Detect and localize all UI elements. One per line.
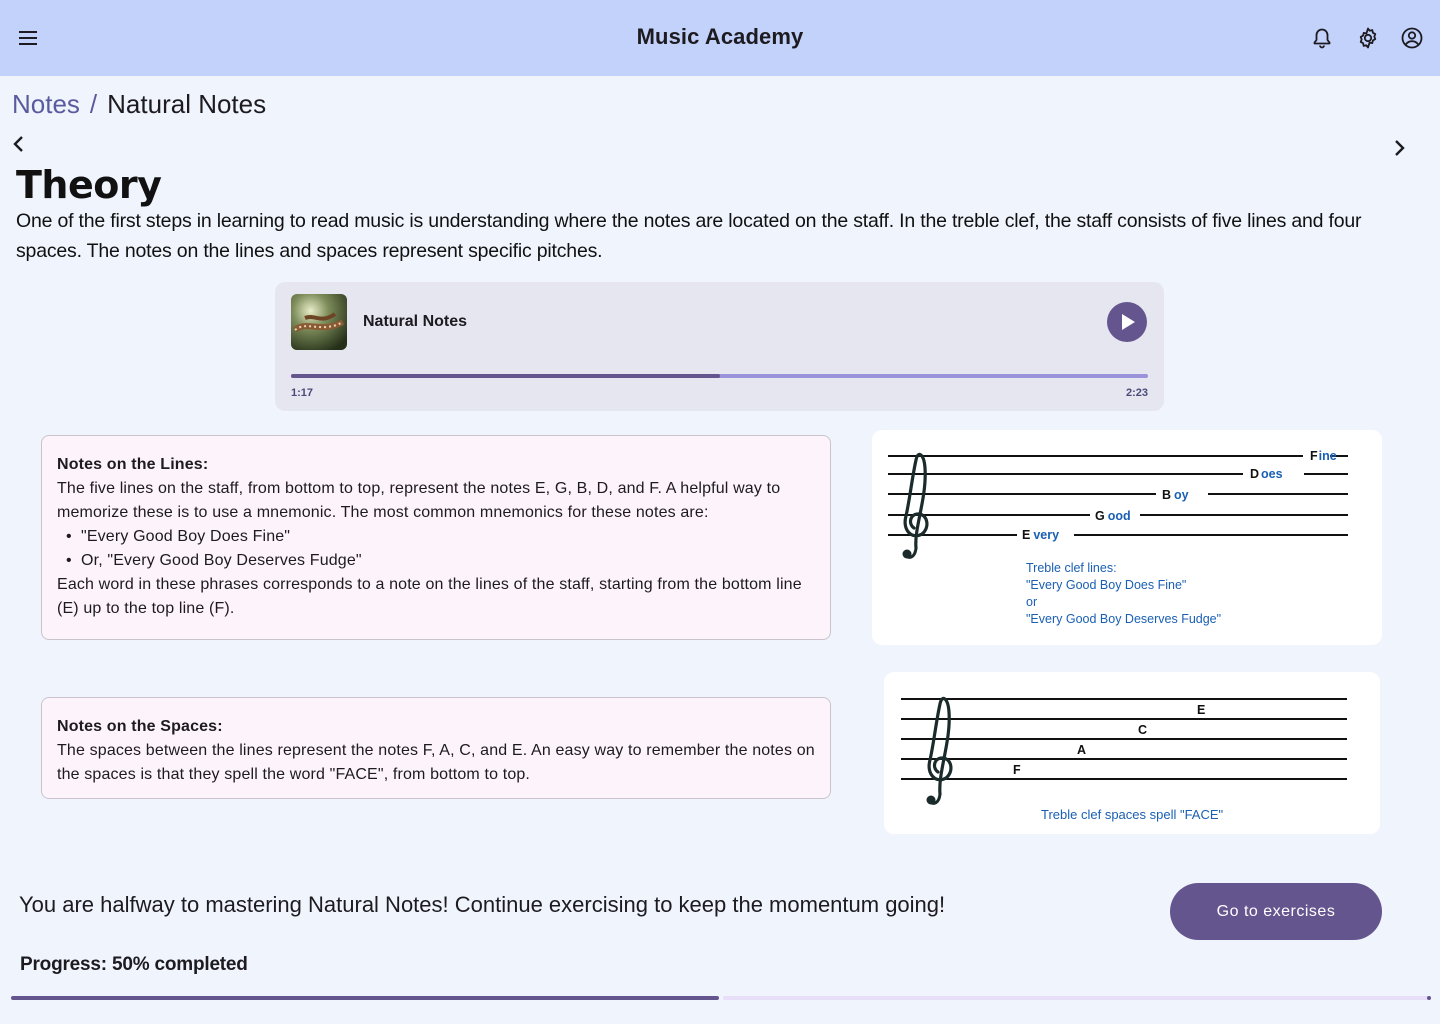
figure-caption-line: or [1026,595,1037,609]
top-app-bar: Music Academy [0,0,1440,76]
space-note-a: A [1077,743,1086,757]
duration-time: 2:23 [1125,387,1148,399]
list-item: "Every Good Boy Does Fine" [57,525,815,549]
lesson-progress-bar [11,996,1431,1000]
breadcrumb-current: Natural Notes [107,89,267,119]
breadcrumb-link-notes[interactable]: Notes [12,89,80,120]
figure-caption-line: "Every Good Boy Does Fine" [1026,578,1186,592]
go-to-exercises-button[interactable]: Go to exercises [1170,883,1382,940]
audio-progress-fill [291,374,720,378]
figure-caption-line: Treble clef lines: [1026,561,1117,575]
album-art [291,294,347,350]
list-item: Or, "Every Good Boy Deserves Fudge" [57,549,815,573]
staff-lines-diagram: Every Good Boy Does Fine Treble clef lin… [888,449,1348,626]
progress-label: Progress: 50% completed [20,954,248,975]
bell-icon[interactable] [1310,26,1334,50]
space-note-f: F [1013,763,1021,777]
line-word-every: Every [1022,528,1059,542]
audio-progress-bar[interactable] [291,374,1148,378]
line-word-does: Does [1250,467,1283,481]
card-body: The five lines on the staff, from bottom… [57,480,781,521]
app-title: Music Academy [636,24,804,49]
elapsed-time: 1:17 [291,387,314,399]
notes-on-lines-card: Notes on the Lines: The five lines on th… [41,435,831,640]
treble-clef-icon [927,696,953,805]
line-word-boy: Boy [1162,488,1189,502]
lesson-progress-end-dot [1427,996,1431,1000]
card-title: Notes on the Spaces: [57,718,223,735]
menu-icon[interactable] [16,26,40,50]
space-note-c: C [1138,723,1147,737]
page-heading: Theory [16,163,162,207]
encouragement-message: You are halfway to mastering Natural Not… [19,892,946,917]
card-body: The spaces between the lines represent t… [57,742,815,783]
figure-caption-line: "Every Good Boy Deserves Fudge" [1026,612,1221,626]
card-footer-text: Each word in these phrases corresponds t… [57,576,802,617]
play-button[interactable] [1107,302,1147,342]
figure-caption: Treble clef spaces spell "FACE" [1041,807,1224,822]
play-icon [1122,314,1135,330]
chevron-left-icon[interactable] [9,134,29,154]
breadcrumb: Notes / Natural Notes [12,89,266,120]
clef-dot [902,549,912,559]
treble-clef-icon [903,452,929,559]
line-word-fine: Fine [1310,449,1337,463]
breadcrumb-separator: / [89,89,98,119]
card-title: Notes on the Lines: [57,456,209,473]
mnemonic-list: "Every Good Boy Does Fine" Or, "Every Go… [57,525,815,573]
treble-spaces-figure: F A C E Treble clef spaces spell "FACE" [884,672,1380,834]
staff-spaces-diagram: F A C E Treble clef spaces spell "FACE" [901,696,1347,822]
lesson-progress-fill [11,996,719,1000]
clef-dot [926,795,936,805]
intro-paragraph: One of the first steps in learning to re… [16,210,1362,262]
audio-player: Natural Notes 1:17 2:23 [275,282,1164,411]
chevron-right-icon[interactable] [1389,138,1409,158]
gear-icon[interactable] [1356,26,1380,50]
lesson-progress-track [723,996,1431,1000]
space-note-e: E [1197,703,1205,717]
notes-on-spaces-card: Notes on the Spaces: The spaces between … [41,697,831,799]
account-icon[interactable] [1400,26,1424,50]
treble-lines-figure: Every Good Boy Does Fine Treble clef lin… [872,430,1382,645]
track-title: Natural Notes [363,313,468,330]
line-word-good: Good [1095,509,1131,523]
